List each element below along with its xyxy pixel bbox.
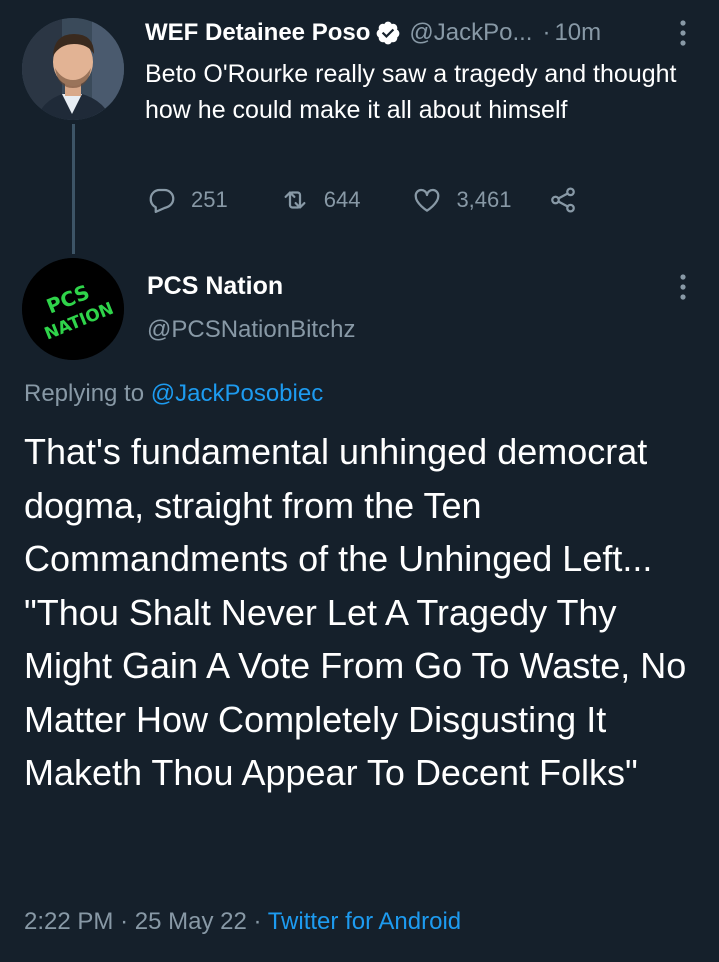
avatar-wef-detainee-poso[interactable]	[22, 18, 124, 120]
share-icon	[550, 187, 575, 213]
reply-count: 251	[191, 187, 228, 212]
tweet1-handle[interactable]: @JackPo...	[409, 19, 532, 47]
tweet2-text-paragraph: That's fundamental unhinged democrat dog…	[24, 431, 653, 579]
tweet1-separator: ·	[542, 19, 551, 46]
meta-separator: ·	[120, 908, 129, 935]
tweet2-source-link[interactable]: Twitter for Android	[268, 908, 461, 935]
more-options-icon[interactable]	[674, 18, 692, 48]
heart-icon	[415, 188, 440, 212]
replying-prefix: Replying to	[24, 380, 145, 407]
tweet2-display-name[interactable]: PCS Nation	[147, 272, 283, 301]
tweet2-time[interactable]: 2:22 PM	[24, 908, 113, 935]
tweet1-timestamp[interactable]: 10m	[554, 19, 601, 47]
tweet1-text: Beto O'Rourke really saw a tragedy and t…	[145, 60, 677, 124]
tweet2-date[interactable]: 25 May 22	[135, 908, 247, 935]
reply-button[interactable]: 251	[147, 185, 228, 215]
meta-separator: ·	[253, 908, 262, 935]
tweet2-text-paragraph: "Thou Shalt Never Let A Tragedy Thy Migh…	[24, 591, 687, 794]
replying-to-line: Replying to @JackPosobiec	[24, 380, 323, 408]
reply-icon	[149, 188, 175, 213]
tweet2-metadata: 2:22 PM · 25 May 22 · Twitter for Androi…	[24, 908, 461, 936]
tweet1-header: WEF Detainee Poso @JackPo... · 10m	[145, 16, 601, 50]
avatar-pcs-nation[interactable]: PCS NATION	[22, 258, 124, 360]
verified-badge-icon	[376, 21, 400, 45]
retweet-icon	[284, 191, 306, 209]
tweet1-action-bar: 251 644 3,461	[147, 180, 578, 220]
retweet-button[interactable]: 644	[280, 185, 361, 215]
replying-mention-link[interactable]: @JackPosobiec	[151, 380, 323, 407]
tweet2-text-body: That's fundamental unhinged democrat dog…	[24, 425, 714, 800]
avatar-portrait-image	[22, 18, 124, 120]
tweet2-handle[interactable]: @PCSNationBitchz	[147, 316, 355, 344]
like-button[interactable]: 3,461	[412, 185, 512, 215]
thread-connector-line	[72, 124, 75, 254]
pcs-nation-logo: PCS NATION	[22, 258, 124, 360]
retweet-count: 644	[323, 187, 361, 212]
tweet2-text: That's fundamental unhinged democrat dog…	[24, 425, 714, 800]
share-button[interactable]	[548, 185, 578, 215]
like-count: 3,461	[456, 187, 512, 212]
more-options-icon[interactable]	[674, 272, 692, 302]
tweet1-display-name[interactable]: WEF Detainee Poso	[145, 19, 370, 47]
